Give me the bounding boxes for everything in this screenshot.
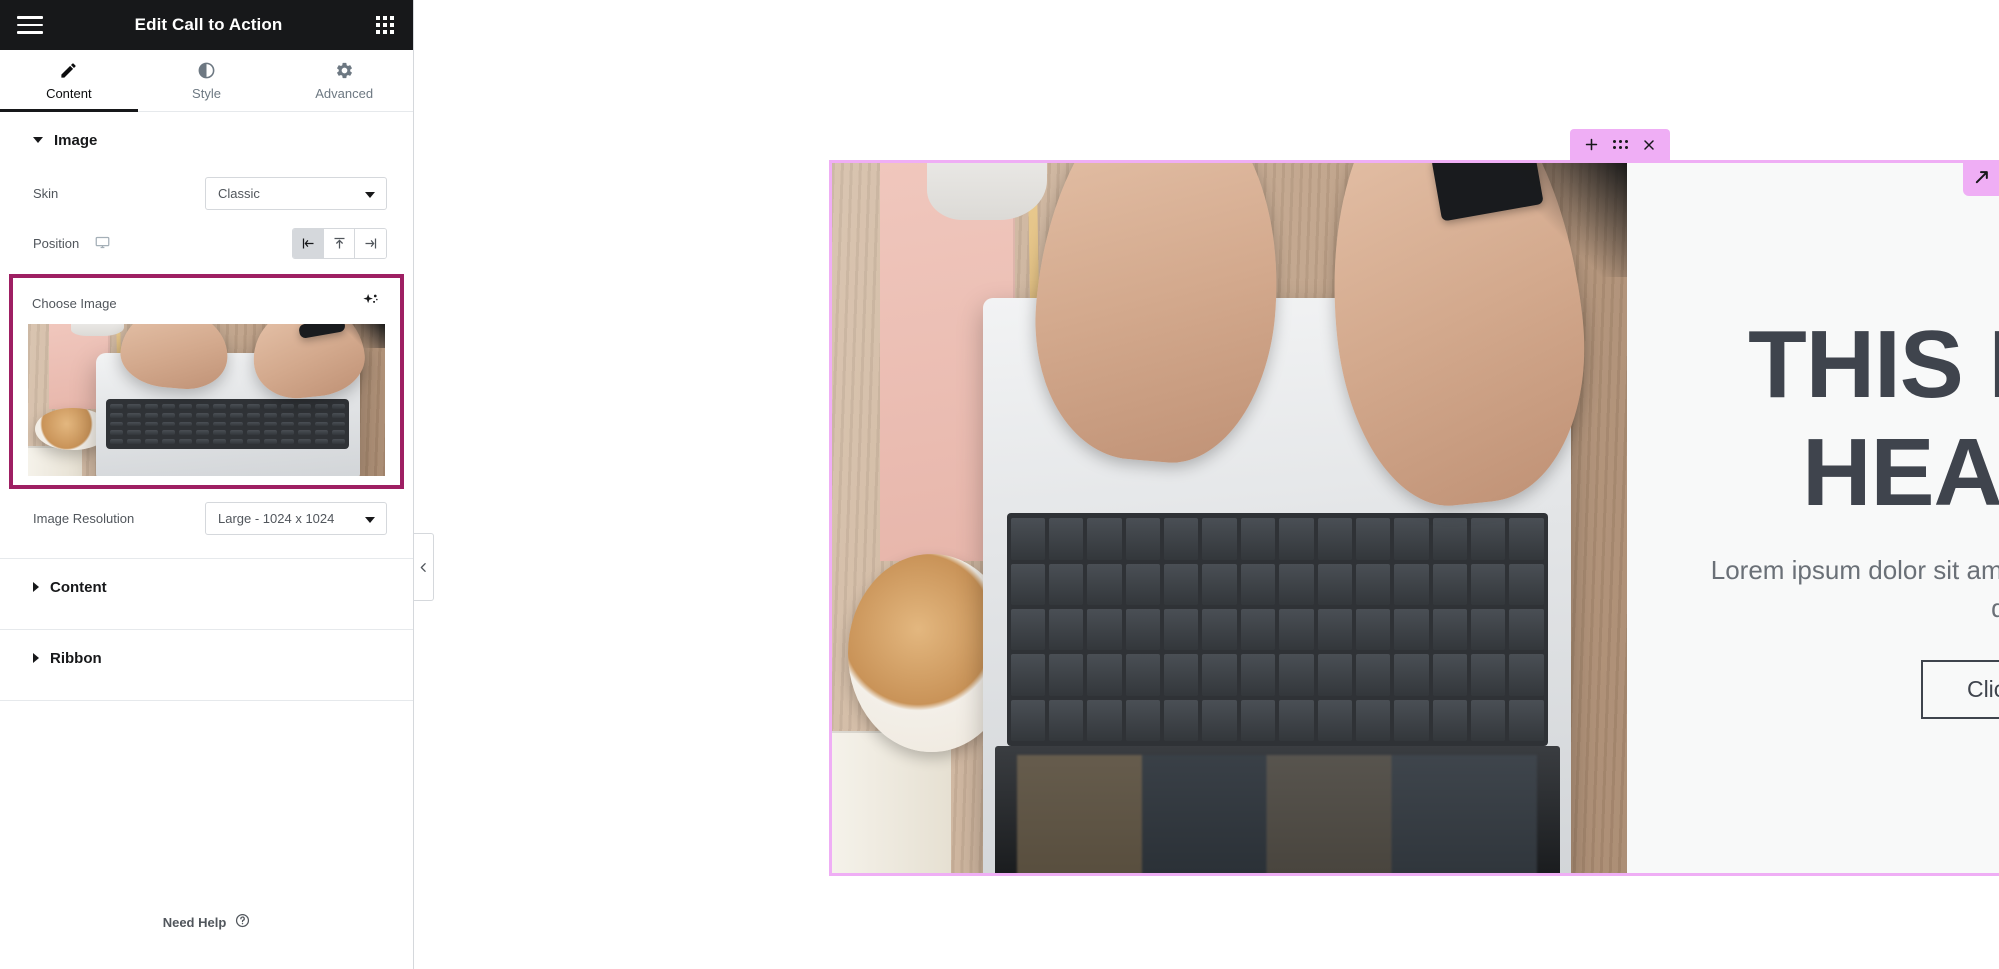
gear-icon: [335, 61, 354, 80]
tab-content-label: Content: [46, 85, 92, 101]
image-resolution-label: Image Resolution: [33, 511, 135, 526]
ai-sparkle-icon[interactable]: [361, 292, 380, 314]
cta-photo: [832, 163, 1627, 873]
skin-value: Classic: [218, 186, 260, 201]
widget-resize-handle[interactable]: [1963, 160, 1999, 196]
choose-image-highlight: Choose Image: [9, 274, 404, 489]
choose-image-header: Choose Image: [20, 284, 393, 324]
section-header-ribbon[interactable]: Ribbon: [0, 630, 413, 686]
section-title-ribbon: Ribbon: [50, 649, 102, 667]
position-align-top-button[interactable]: [324, 229, 355, 258]
chevron-right-icon: [33, 582, 39, 592]
grid-apps-icon[interactable]: [374, 15, 396, 35]
desktop-monitor-icon[interactable]: [95, 235, 110, 253]
preview-photo: [28, 324, 385, 476]
image-resolution-value: Large - 1024 x 1024: [218, 511, 335, 526]
panel-body: Image Skin Classic Position Choose Image…: [0, 112, 413, 969]
tab-content[interactable]: Content: [0, 50, 138, 112]
section-header-image[interactable]: Image: [0, 112, 413, 168]
cta-content: THIS IS THE HEADING Lorem ipsum dolor si…: [1627, 163, 1999, 873]
cta-description: Lorem ipsum dolor sit amet consectetur a…: [1710, 555, 1999, 624]
editor-panel: Edit Call to Action Content Style Advanc…: [0, 0, 434, 969]
close-icon[interactable]: [1641, 137, 1657, 153]
tab-advanced[interactable]: Advanced: [275, 50, 413, 111]
editor-canvas: THIS IS THE HEADING Lorem ipsum dolor si…: [414, 0, 1999, 969]
panel-tabs: Content Style Advanced: [0, 50, 413, 112]
question-circle-icon: [235, 913, 250, 931]
position-align-left-button[interactable]: [293, 229, 324, 258]
tab-style[interactable]: Style: [138, 50, 276, 111]
image-resolution-select[interactable]: Large - 1024 x 1024: [205, 502, 387, 535]
need-help-link[interactable]: Need Help: [0, 887, 413, 969]
position-button-group: [292, 228, 387, 259]
plus-icon[interactable]: [1583, 136, 1600, 153]
pencil-icon: [59, 61, 78, 80]
panel-header: Edit Call to Action: [0, 0, 413, 50]
choose-image-label: Choose Image: [32, 295, 117, 311]
cta-button[interactable]: Click Here: [1920, 659, 1999, 719]
section-title-content: Content: [50, 578, 107, 596]
section-divider: [0, 700, 413, 701]
elementor-editor: Edit Call to Action Content Style Advanc…: [0, 0, 1999, 969]
control-row-position: Position: [0, 219, 413, 268]
section-header-content[interactable]: Content: [0, 559, 413, 615]
widget-toolbar: [1570, 129, 1670, 160]
page-title: Edit Call to Action: [134, 15, 283, 34]
hamburger-icon[interactable]: [17, 15, 43, 35]
position-label: Position: [33, 235, 292, 253]
control-row-skin: Skin Classic: [0, 168, 413, 219]
need-help-label: Need Help: [162, 914, 227, 930]
cta-heading: THIS IS THE HEADING: [1748, 311, 1999, 526]
skin-select[interactable]: Classic: [205, 177, 387, 210]
cta-image: [832, 163, 1627, 873]
drag-dots-icon[interactable]: [1612, 140, 1628, 149]
image-preview-thumbnail[interactable]: [28, 324, 385, 476]
section-title-image: Image: [54, 131, 98, 149]
position-align-right-button[interactable]: [355, 229, 386, 258]
tab-style-label: Style: [192, 85, 221, 101]
tab-advanced-label: Advanced: [315, 85, 374, 101]
contrast-icon: [197, 61, 216, 80]
panel-collapse-handle[interactable]: [414, 533, 434, 601]
skin-label: Skin: [33, 186, 59, 201]
control-row-image-resolution: Image Resolution Large - 1024 x 1024: [0, 493, 413, 544]
call-to-action-widget[interactable]: THIS IS THE HEADING Lorem ipsum dolor si…: [829, 160, 1999, 876]
chevron-right-icon: [33, 653, 39, 663]
chevron-down-icon: [33, 137, 43, 143]
